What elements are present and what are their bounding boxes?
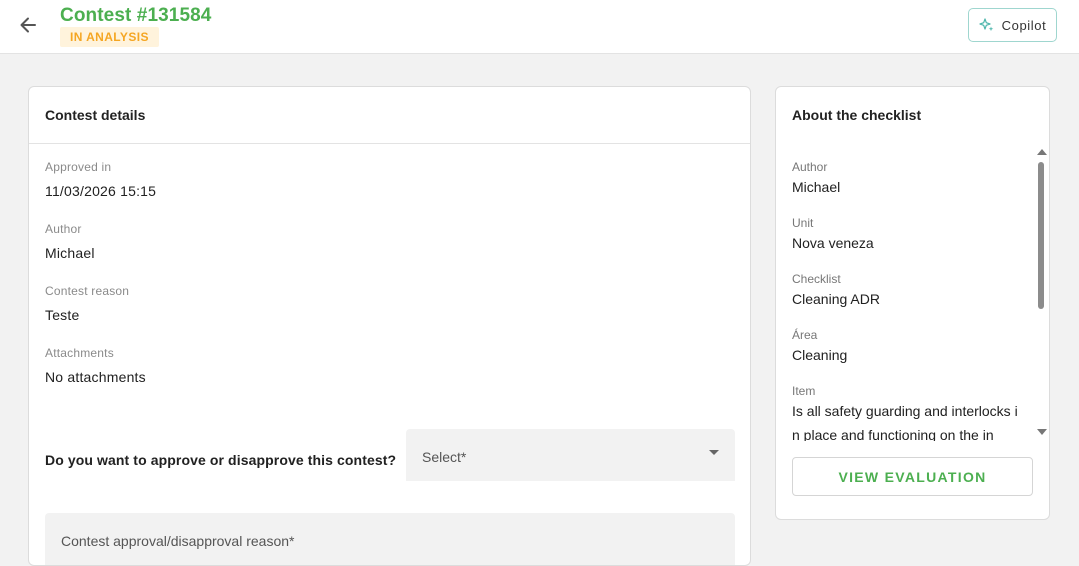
attachments-label: Attachments bbox=[45, 346, 114, 360]
checklist-name-value: Cleaning ADR bbox=[792, 291, 880, 307]
checklist-scroll-area[interactable]: Author Michael Unit Nova veneza Checklis… bbox=[792, 157, 1032, 441]
checklist-name-label: Checklist bbox=[792, 272, 841, 286]
area-label: Área bbox=[792, 328, 818, 342]
author-label: Author bbox=[45, 222, 82, 236]
checklist-card: About the checklist Author Michael Unit … bbox=[775, 86, 1050, 520]
caret-down-icon bbox=[709, 450, 719, 455]
scroll-down-icon[interactable] bbox=[1037, 429, 1047, 435]
copilot-button[interactable]: Copilot bbox=[968, 8, 1057, 42]
unit-value: Nova veneza bbox=[792, 235, 874, 251]
scroll-up-icon[interactable] bbox=[1037, 149, 1047, 155]
reason-input-label: Contest approval/disapproval reason* bbox=[61, 533, 295, 549]
approved-in-value: 11/03/2026 15:15 bbox=[45, 183, 157, 199]
attachments-value: No attachments bbox=[45, 369, 146, 385]
view-evaluation-button[interactable]: VIEW EVALUATION bbox=[792, 457, 1033, 496]
contest-details-card: Contest details Approved in 11/03/2026 1… bbox=[28, 86, 751, 566]
reason-input[interactable]: Contest approval/disapproval reason* bbox=[45, 513, 735, 565]
sparkle-icon bbox=[979, 18, 993, 32]
back-button[interactable] bbox=[14, 11, 42, 39]
checklist-author-value: Michael bbox=[792, 179, 841, 195]
approved-in-label: Approved in bbox=[45, 160, 112, 174]
contest-reason-value: Teste bbox=[45, 307, 80, 323]
checklist-title: About the checklist bbox=[792, 107, 922, 123]
page-title: Contest #131584 bbox=[60, 5, 212, 26]
item-label: Item bbox=[792, 384, 816, 398]
scroll-thumb[interactable] bbox=[1038, 162, 1044, 309]
copilot-label: Copilot bbox=[1001, 17, 1047, 33]
item-value: Is all safety guarding and interlocks in… bbox=[792, 403, 1018, 441]
approval-select-label: Select* bbox=[422, 449, 467, 465]
contest-reason-label: Contest reason bbox=[45, 284, 130, 298]
unit-label: Unit bbox=[792, 216, 814, 230]
approval-select[interactable]: Select* bbox=[406, 429, 735, 481]
approval-question: Do you want to approve or disapprove thi… bbox=[45, 452, 397, 468]
page-header: Contest #131584 IN ANALYSIS Copilot bbox=[0, 0, 1079, 54]
area-value: Cleaning bbox=[792, 347, 848, 363]
status-badge: IN ANALYSIS bbox=[60, 27, 159, 47]
arrow-left-icon bbox=[20, 17, 36, 33]
card-divider bbox=[29, 143, 750, 144]
checklist-author-label: Author bbox=[792, 160, 828, 174]
author-value: Michael bbox=[45, 245, 95, 261]
contest-details-title: Contest details bbox=[45, 107, 146, 123]
checklist-scrollbar[interactable] bbox=[1035, 147, 1047, 441]
